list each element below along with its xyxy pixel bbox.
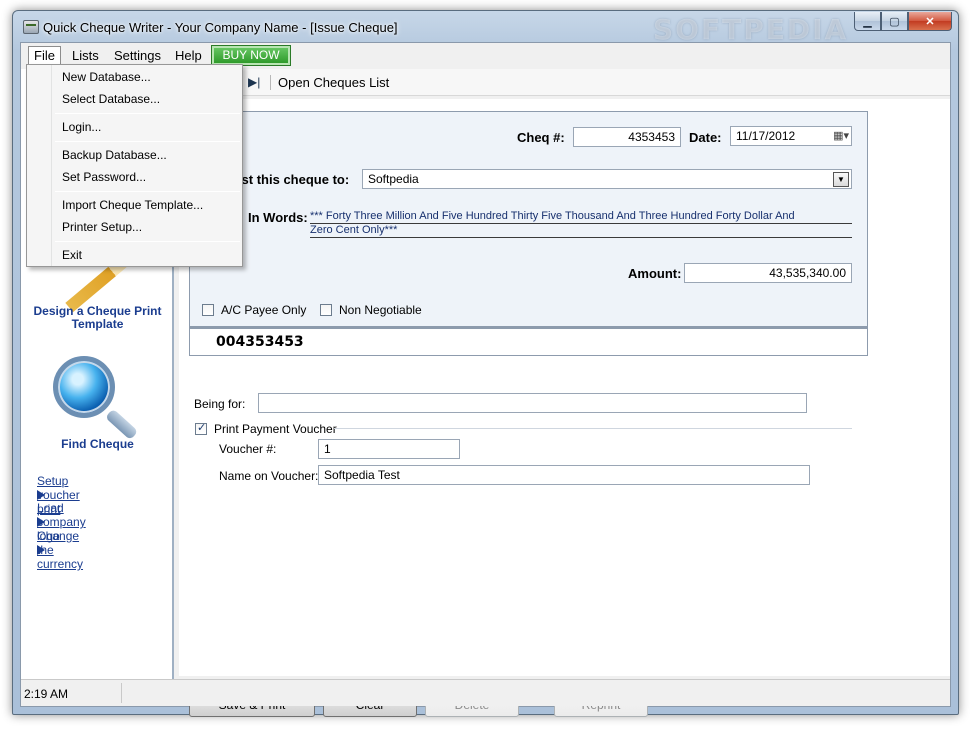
find-cheque-link[interactable]: Find Cheque [25, 438, 170, 451]
voucher-no-label: Voucher #: [219, 442, 277, 456]
setup-voucher-print-link[interactable]: Setup voucher print [37, 474, 80, 516]
buy-now-button[interactable]: BUY NOW [211, 45, 291, 66]
load-company-logo-link[interactable]: Load company logo [37, 501, 86, 543]
issue-cheque-form: Cheq #: 4353453 Date: 11/17/2012 ▦▾ inst… [179, 99, 950, 717]
menu-separator [55, 141, 240, 142]
name-on-voucher-label: Name on Voucher: [219, 469, 319, 483]
date-label: Date: [689, 130, 722, 145]
payee-combobox[interactable]: Softpedia ▼ [362, 169, 852, 189]
toolbar: ▶| Open Cheques List [177, 69, 950, 96]
in-words-label: In Words: [248, 210, 308, 225]
chevron-down-icon[interactable]: ▼ [833, 172, 849, 187]
being-for-label: Being for: [194, 397, 246, 411]
cheq-no-label: Cheq #: [517, 130, 565, 145]
amount-label: Amount: [628, 266, 682, 281]
menu-backup-database[interactable]: Backup Database... [62, 148, 167, 162]
menu-separator [55, 241, 240, 242]
design-template-link[interactable]: Design a Cheque Print Template [25, 305, 170, 331]
menu-exit[interactable]: Exit [62, 248, 82, 262]
date-picker[interactable]: 11/17/2012 ▦▾ [730, 126, 852, 146]
change-currency-link[interactable]: Change the currency [37, 529, 83, 571]
non-negotiable-checkbox[interactable]: Non Negotiable [320, 303, 422, 317]
menu-login[interactable]: Login... [62, 120, 101, 134]
status-bar: 2:19 AM [21, 679, 950, 706]
amount-in-words: *** Forty Three Million And Five Hundred… [310, 210, 852, 238]
menu-settings[interactable]: Settings [109, 47, 166, 64]
amount-field[interactable]: 43,535,340.00 [684, 263, 852, 283]
menu-separator [55, 191, 240, 192]
cheq-no-field[interactable]: 4353453 [573, 127, 681, 147]
window-title: Quick Cheque Writer - Your Company Name … [43, 20, 398, 35]
divider [334, 428, 852, 429]
menu-set-password[interactable]: Set Password... [62, 170, 146, 184]
cheque-preview: Cheq #: 4353453 Date: 11/17/2012 ▦▾ inst… [189, 111, 868, 327]
status-separator [121, 683, 122, 703]
print-voucher-checkbox[interactable]: Print Payment Voucher [195, 421, 337, 436]
close-button[interactable]: ✕ [908, 12, 952, 31]
maximize-button[interactable]: ▢ [881, 12, 908, 31]
voucher-no-input[interactable]: 1 [318, 439, 460, 459]
menu-lists[interactable]: Lists [67, 47, 104, 64]
being-for-input[interactable] [258, 393, 807, 413]
title-bar[interactable]: Quick Cheque Writer - Your Company Name … [13, 11, 958, 46]
window-controls: ▁ ▢ ✕ [854, 12, 952, 31]
menu-new-database[interactable]: New Database... [62, 70, 151, 84]
menu-separator [55, 113, 240, 114]
app-icon [23, 20, 39, 34]
next-icon[interactable]: ▶| [248, 75, 260, 89]
menu-select-database[interactable]: Select Database... [62, 92, 160, 106]
toolbar-separator [270, 75, 271, 90]
name-on-voucher-input[interactable]: Softpedia Test [318, 465, 810, 485]
magnifier-icon[interactable] [49, 352, 139, 441]
calendar-icon[interactable]: ▦▾ [833, 129, 849, 142]
payee-label: inst this cheque to: [230, 172, 350, 187]
ac-payee-checkbox[interactable]: A/C Payee Only [202, 303, 306, 317]
file-menu-dropdown: New Database... Select Database... Login… [26, 64, 243, 267]
micr-number: 004353453 [216, 334, 304, 350]
minimize-button[interactable]: ▁ [854, 12, 881, 31]
micr-strip: 004353453 [189, 327, 868, 356]
menu-help[interactable]: Help [170, 47, 207, 64]
menu-printer-setup[interactable]: Printer Setup... [62, 220, 142, 234]
status-time: 2:19 AM [24, 687, 69, 701]
menu-import-cheque-template[interactable]: Import Cheque Template... [62, 198, 203, 212]
open-cheques-list-button[interactable]: Open Cheques List [278, 75, 389, 90]
